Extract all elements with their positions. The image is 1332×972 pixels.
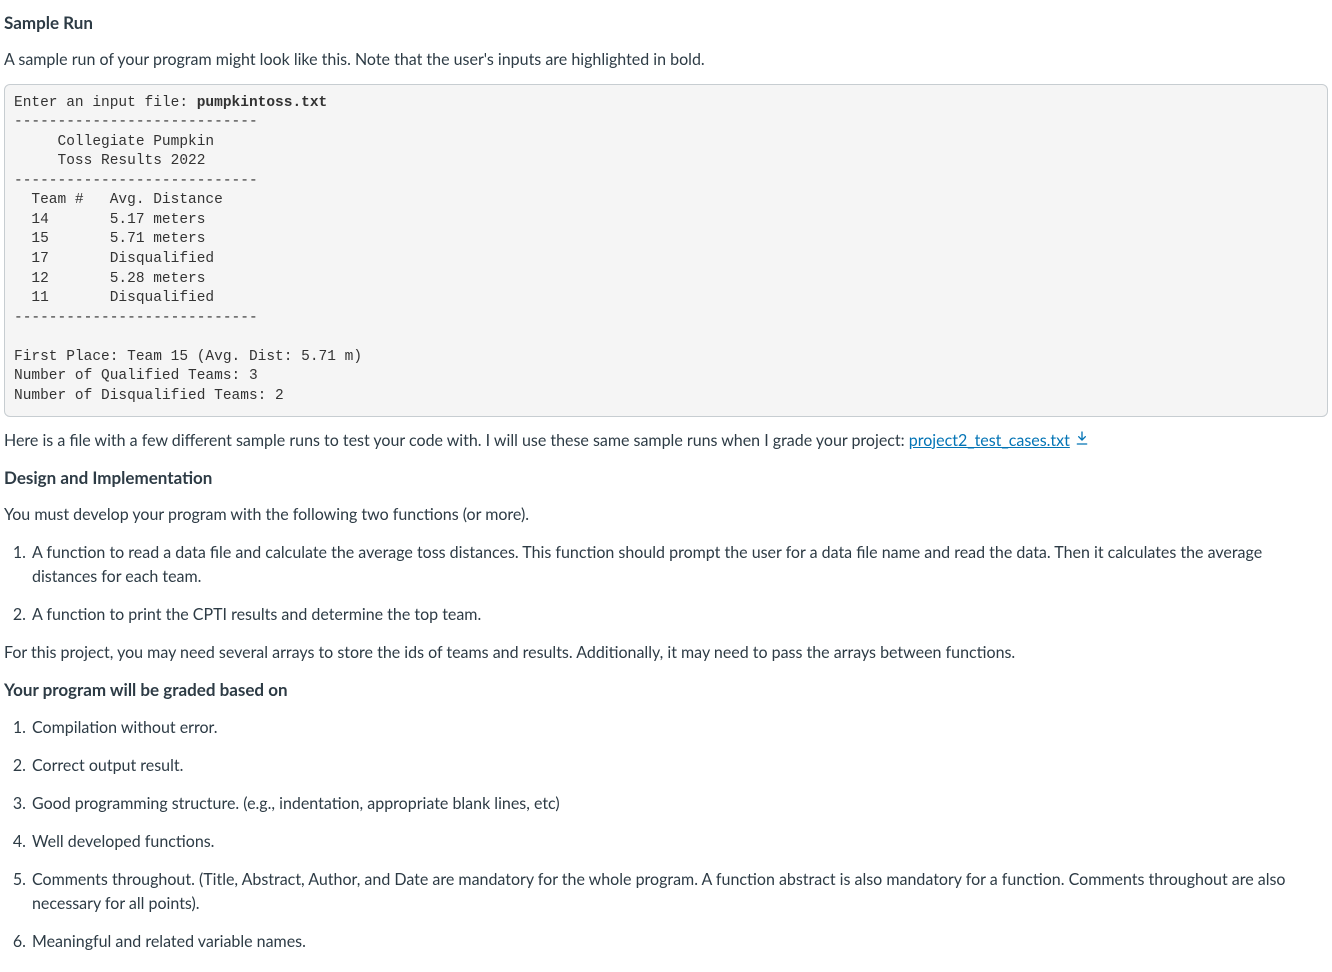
- header-line: Toss Results 2022: [14, 153, 205, 169]
- list-item: A function to read a data file and calcu…: [30, 541, 1328, 589]
- header-line: Collegiate Pumpkin: [14, 134, 214, 150]
- heading-design: Design and Implementation: [4, 465, 1328, 491]
- user-input: pumpkintoss.txt: [197, 95, 328, 111]
- prompt-text: Enter an input file:: [14, 95, 197, 111]
- list-item: Well developed functions.: [30, 830, 1328, 854]
- intro-paragraph: A sample run of your program might look …: [4, 48, 1328, 72]
- file-paragraph: Here is a file with a few different samp…: [4, 429, 1328, 454]
- table-row: 17 Disqualified: [14, 251, 214, 267]
- separator: ----------------------------: [14, 114, 258, 130]
- list-item: Compilation without error.: [30, 716, 1328, 740]
- test-cases-link[interactable]: project2_test_cases.txt: [909, 431, 1070, 450]
- grading-list: Compilation without error. Correct outpu…: [4, 716, 1328, 954]
- list-item: Correct output result.: [30, 754, 1328, 778]
- table-row: 11 Disqualified: [14, 290, 214, 306]
- file-paragraph-prefix: Here is a file with a few different samp…: [4, 431, 909, 450]
- table-row: 15 5.71 meters: [14, 231, 205, 247]
- list-item: Meaningful and related variable names.: [30, 930, 1328, 954]
- heading-grading: Your program will be graded based on: [4, 677, 1328, 703]
- sample-run-block: Enter an input file: pumpkintoss.txt ---…: [4, 84, 1328, 417]
- download-icon[interactable]: [1074, 429, 1090, 453]
- design-note: For this project, you may need several a…: [4, 641, 1328, 665]
- heading-sample-run: Sample Run: [4, 10, 1328, 36]
- list-item: A function to print the CPTI results and…: [30, 603, 1328, 627]
- table-row: 14 5.17 meters: [14, 212, 205, 228]
- table-row: 12 5.28 meters: [14, 271, 205, 287]
- list-item: Comments throughout. (Title, Abstract, A…: [30, 868, 1328, 916]
- summary-line: Number of Disqualified Teams: 2: [14, 388, 284, 404]
- separator: ----------------------------: [14, 173, 258, 189]
- separator: ----------------------------: [14, 310, 258, 326]
- summary-line: First Place: Team 15 (Avg. Dist: 5.71 m): [14, 349, 362, 365]
- column-header: Team # Avg. Distance: [14, 192, 223, 208]
- list-item: Good programming structure. (e.g., inden…: [30, 792, 1328, 816]
- design-intro: You must develop your program with the f…: [4, 503, 1328, 527]
- summary-line: Number of Qualified Teams: 3: [14, 368, 258, 384]
- design-list: A function to read a data file and calcu…: [4, 541, 1328, 627]
